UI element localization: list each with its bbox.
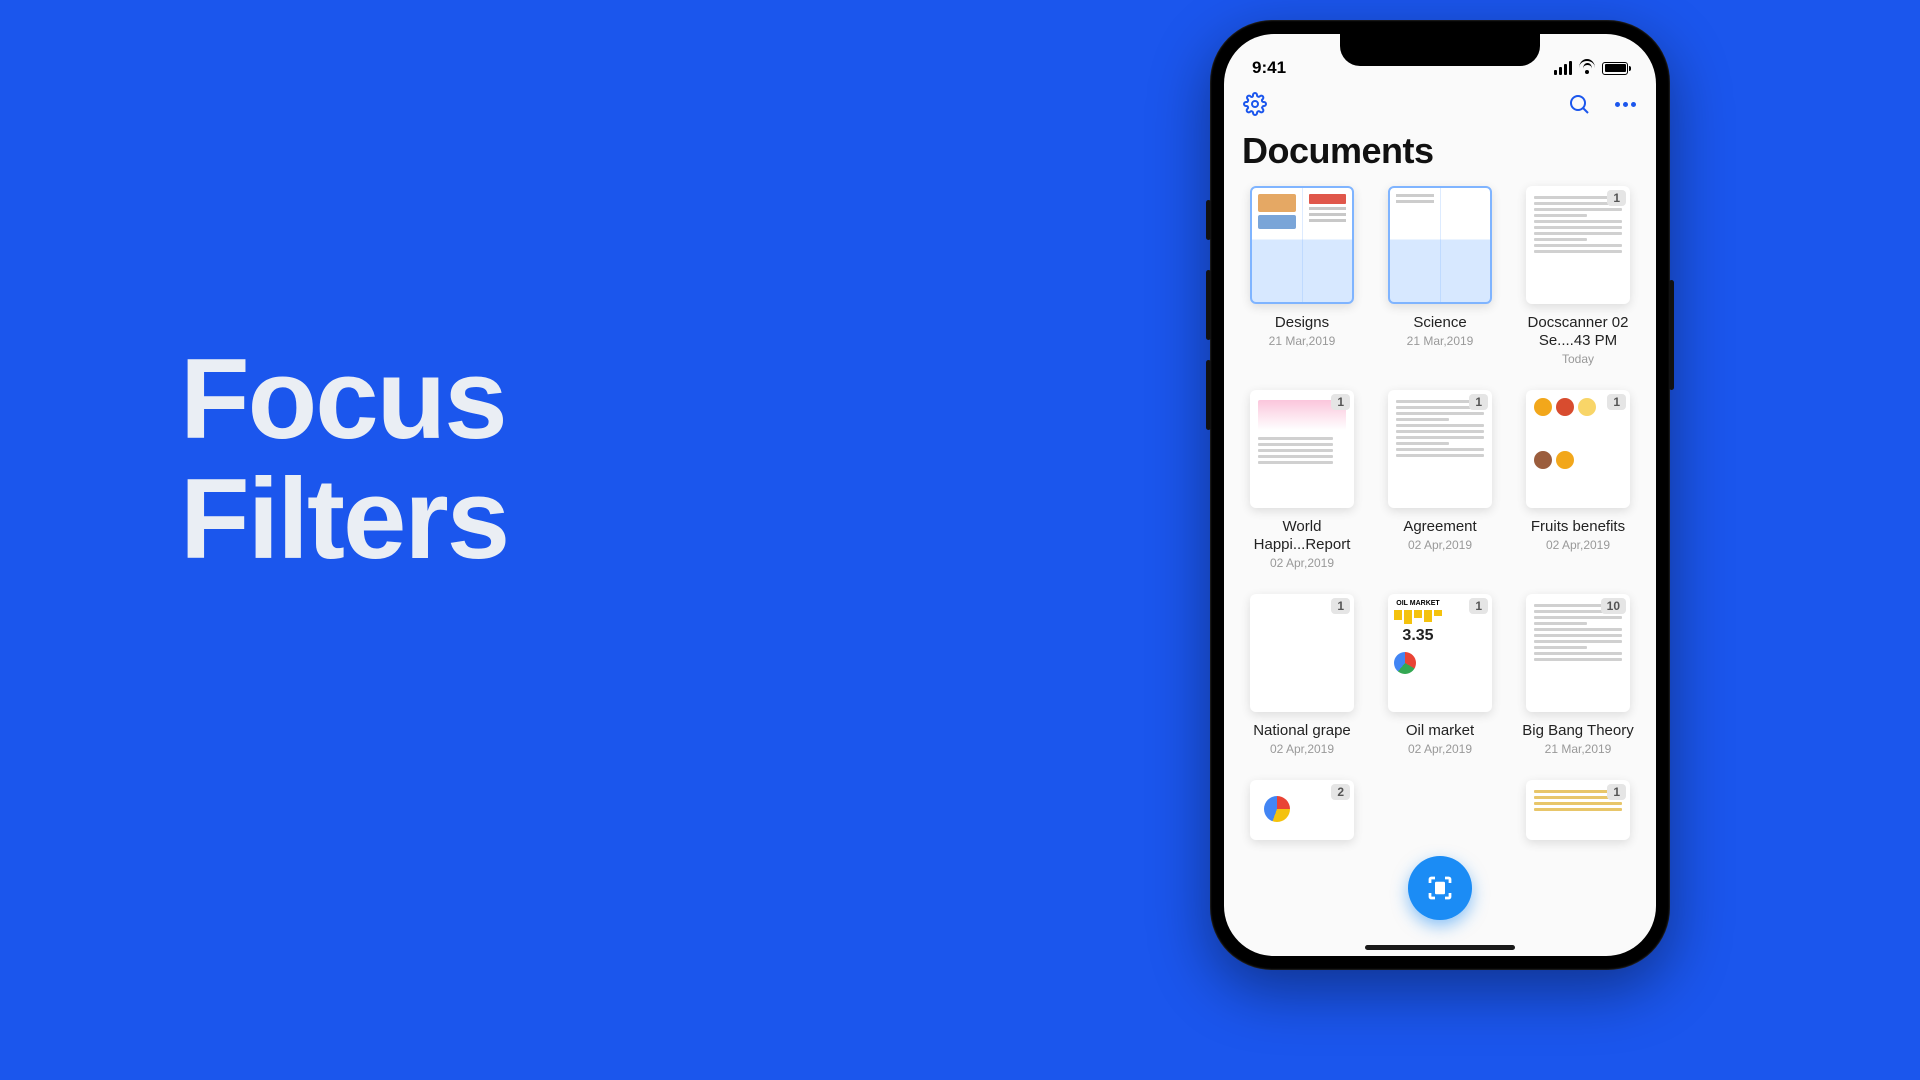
scan-fab-button[interactable] <box>1408 856 1472 920</box>
document-item[interactable]: 1 National grape 02 Apr,2019 <box>1238 594 1366 756</box>
page-title: Documents <box>1224 124 1656 186</box>
document-thumbnail[interactable] <box>1250 186 1354 304</box>
document-title: Docscanner 02 Se....43 PM <box>1521 314 1636 350</box>
page-count-badge: 1 <box>1331 394 1350 410</box>
document-date: Today <box>1562 352 1594 366</box>
home-indicator[interactable] <box>1365 945 1515 950</box>
document-item[interactable]: Science 21 Mar,2019 <box>1376 186 1504 366</box>
document-title: Designs <box>1275 314 1329 332</box>
document-thumbnail[interactable]: 1 <box>1388 390 1492 508</box>
search-button[interactable] <box>1566 91 1592 117</box>
phone-volume-up <box>1206 270 1211 340</box>
page-count-badge: 1 <box>1607 394 1626 410</box>
document-title: Oil market <box>1406 722 1474 740</box>
gear-icon <box>1243 92 1267 116</box>
document-thumbnail[interactable]: 1 <box>1526 390 1630 508</box>
document-item[interactable]: 1OIL MARKET3.35 Oil market 02 Apr,2019 <box>1376 594 1504 756</box>
document-item-cutoff[interactable]: 1 <box>1514 780 1642 840</box>
navbar <box>1224 84 1656 124</box>
phone-mute-switch <box>1206 200 1211 240</box>
document-thumbnail[interactable]: 2 <box>1250 780 1354 840</box>
documents-grid-cutoff: 211 <box>1224 780 1656 840</box>
document-thumbnail[interactable]: 1 <box>1250 390 1354 508</box>
search-icon <box>1567 92 1591 116</box>
document-date: 02 Apr,2019 <box>1408 538 1472 552</box>
document-item[interactable]: 1 Docscanner 02 Se....43 PM Today <box>1514 186 1642 366</box>
document-title: Fruits benefits <box>1531 518 1625 536</box>
phone-screen: 9:41 Documents Designs21 Mar <box>1224 34 1656 956</box>
document-item[interactable]: 1 Fruits benefits 02 Apr,2019 <box>1514 390 1642 570</box>
document-date: 02 Apr,2019 <box>1270 742 1334 756</box>
page-count-badge: 2 <box>1331 784 1350 800</box>
phone-frame: 9:41 Documents Designs21 Mar <box>1210 20 1670 970</box>
more-button[interactable] <box>1612 91 1638 117</box>
page-count-badge: 1 <box>1469 598 1488 614</box>
page-count-badge: 10 <box>1601 598 1626 614</box>
phone-power-button <box>1669 280 1674 390</box>
more-icon <box>1615 102 1636 107</box>
document-date: 21 Mar,2019 <box>1545 742 1612 756</box>
settings-button[interactable] <box>1242 91 1268 117</box>
document-item-cutoff[interactable]: 2 <box>1238 780 1366 840</box>
document-thumbnail[interactable]: 1 <box>1526 186 1630 304</box>
document-thumbnail[interactable]: 1OIL MARKET3.35 <box>1388 594 1492 712</box>
status-time: 9:41 <box>1252 58 1286 78</box>
status-bar: 9:41 <box>1224 34 1656 84</box>
slide-headline: Focus Filters <box>180 340 508 579</box>
document-title: National grape <box>1253 722 1351 740</box>
document-thumbnail[interactable] <box>1388 186 1492 304</box>
document-date: 02 Apr,2019 <box>1408 742 1472 756</box>
document-date: 21 Mar,2019 <box>1407 334 1474 348</box>
document-title: Science <box>1413 314 1466 332</box>
document-date: 02 Apr,2019 <box>1546 538 1610 552</box>
page-count-badge: 1 <box>1607 190 1626 206</box>
document-title: Big Bang Theory <box>1522 722 1633 740</box>
status-right <box>1554 61 1628 75</box>
document-thumbnail[interactable]: 1 <box>1526 780 1630 840</box>
wifi-icon <box>1578 61 1596 75</box>
headline-line-1: Focus <box>180 340 508 460</box>
document-thumbnail[interactable]: 1 <box>1250 594 1354 712</box>
document-title: Agreement <box>1403 518 1476 536</box>
document-date: 21 Mar,2019 <box>1269 334 1336 348</box>
document-date: 02 Apr,2019 <box>1270 556 1334 570</box>
scan-icon <box>1425 873 1455 903</box>
document-item[interactable]: 1 World Happi...Report 02 Apr,2019 <box>1238 390 1366 570</box>
cellular-signal-icon <box>1554 61 1572 75</box>
page-count-badge: 1 <box>1331 598 1350 614</box>
document-title: World Happi...Report <box>1245 518 1360 554</box>
phone-volume-down <box>1206 360 1211 430</box>
headline-line-2: Filters <box>180 460 508 580</box>
document-thumbnail[interactable]: 10 <box>1526 594 1630 712</box>
document-item[interactable]: Designs 21 Mar,2019 <box>1238 186 1366 366</box>
document-item[interactable]: 1 Agreement 02 Apr,2019 <box>1376 390 1504 570</box>
page-count-badge: 1 <box>1469 394 1488 410</box>
documents-grid: Designs 21 Mar,2019 Science 21 Mar,2019 1 Doc… <box>1224 186 1656 756</box>
document-item[interactable]: 10 Big Bang Theory 21 Mar,2019 <box>1514 594 1642 756</box>
page-count-badge: 1 <box>1607 784 1626 800</box>
battery-icon <box>1602 62 1628 75</box>
